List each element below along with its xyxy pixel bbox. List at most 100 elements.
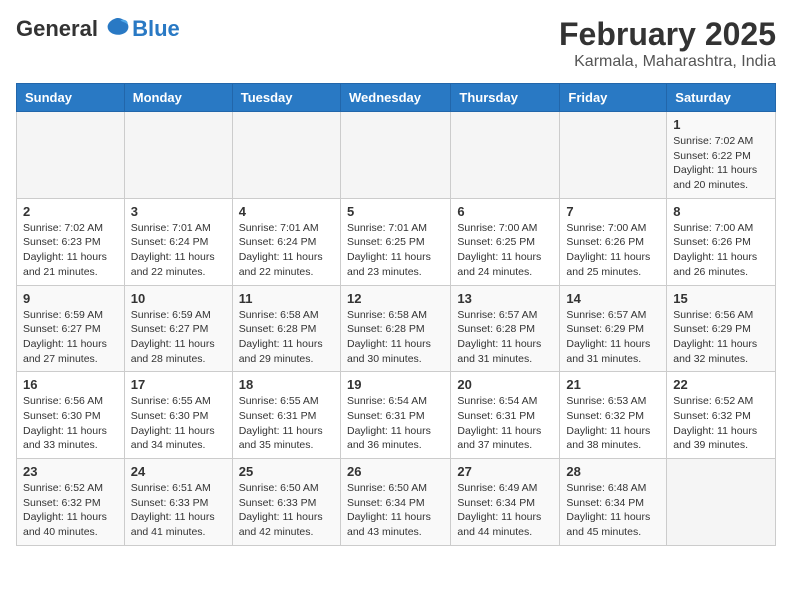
day-number: 7	[566, 204, 660, 219]
weekday-header-wednesday: Wednesday	[340, 84, 450, 112]
day-info: Sunrise: 6:52 AM Sunset: 6:32 PM Dayligh…	[673, 394, 769, 453]
day-number: 24	[131, 464, 226, 479]
month-title: February 2025	[559, 16, 776, 53]
location-title: Karmala, Maharashtra, India	[559, 53, 776, 71]
day-info: Sunrise: 7:01 AM Sunset: 6:24 PM Dayligh…	[131, 221, 226, 280]
day-number: 13	[457, 291, 553, 306]
day-info: Sunrise: 6:52 AM Sunset: 6:32 PM Dayligh…	[23, 481, 118, 540]
calendar-cell: 12 Sunrise: 6:58 AM Sunset: 6:28 PM Dayli…	[340, 285, 450, 372]
calendar-cell: 18 Sunrise: 6:55 AM Sunset: 6:31 PM Dayli…	[232, 372, 340, 459]
day-info: Sunrise: 6:54 AM Sunset: 6:31 PM Dayligh…	[347, 394, 444, 453]
day-info: Sunrise: 7:00 AM Sunset: 6:25 PM Dayligh…	[457, 221, 553, 280]
calendar-cell: 17Sunrise: 6:55 AM Sunset: 6:30 PM Dayli…	[124, 372, 232, 459]
weekday-header-sunday: Sunday	[17, 84, 125, 112]
calendar: SundayMondayTuesdayWednesdayThursdayFrid…	[16, 83, 776, 546]
logo: General Blue	[16, 16, 180, 42]
week-row-0: 1 Sunrise: 7:02 AM Sunset: 6:22 PM Daylig…	[17, 112, 776, 199]
day-number: 6	[457, 204, 553, 219]
calendar-cell: 19 Sunrise: 6:54 AM Sunset: 6:31 PM Dayli…	[340, 372, 450, 459]
calendar-cell	[17, 112, 125, 199]
day-number: 1	[673, 117, 769, 132]
week-row-4: 23Sunrise: 6:52 AM Sunset: 6:32 PM Dayli…	[17, 459, 776, 546]
calendar-cell: 27Sunrise: 6:49 AM Sunset: 6:34 PM Dayli…	[451, 459, 560, 546]
day-number: 10	[131, 291, 226, 306]
calendar-cell: 4 Sunrise: 7:01 AM Sunset: 6:24 PM Daylig…	[232, 198, 340, 285]
day-number: 2	[23, 204, 118, 219]
logo-line2: Blue	[132, 16, 180, 42]
day-number: 16	[23, 377, 118, 392]
week-row-1: 2Sunrise: 7:02 AM Sunset: 6:23 PM Daylig…	[17, 198, 776, 285]
day-info: Sunrise: 6:58 AM Sunset: 6:28 PM Dayligh…	[239, 308, 334, 367]
day-info: Sunrise: 6:49 AM Sunset: 6:34 PM Dayligh…	[457, 481, 553, 540]
calendar-cell: 9 Sunrise: 6:59 AM Sunset: 6:27 PM Daylig…	[17, 285, 125, 372]
weekday-header-thursday: Thursday	[451, 84, 560, 112]
day-number: 18	[239, 377, 334, 392]
day-info: Sunrise: 6:48 AM Sunset: 6:34 PM Dayligh…	[566, 481, 660, 540]
calendar-cell	[340, 112, 450, 199]
calendar-cell: 6 Sunrise: 7:00 AM Sunset: 6:25 PM Daylig…	[451, 198, 560, 285]
calendar-cell: 3Sunrise: 7:01 AM Sunset: 6:24 PM Daylig…	[124, 198, 232, 285]
calendar-cell: 2Sunrise: 7:02 AM Sunset: 6:23 PM Daylig…	[17, 198, 125, 285]
day-info: Sunrise: 7:00 AM Sunset: 6:26 PM Dayligh…	[566, 221, 660, 280]
day-number: 26	[347, 464, 444, 479]
day-number: 28	[566, 464, 660, 479]
day-info: Sunrise: 7:00 AM Sunset: 6:26 PM Dayligh…	[673, 221, 769, 280]
calendar-cell	[451, 112, 560, 199]
day-info: Sunrise: 6:53 AM Sunset: 6:32 PM Dayligh…	[566, 394, 660, 453]
day-number: 11	[239, 291, 334, 306]
title-area: February 2025 Karmala, Maharashtra, Indi…	[559, 16, 776, 71]
weekday-header-row: SundayMondayTuesdayWednesdayThursdayFrid…	[17, 84, 776, 112]
calendar-cell: 10 Sunrise: 6:59 AM Sunset: 6:27 PM Dayli…	[124, 285, 232, 372]
day-number: 5	[347, 204, 444, 219]
day-info: Sunrise: 6:56 AM Sunset: 6:29 PM Dayligh…	[673, 308, 769, 367]
weekday-header-monday: Monday	[124, 84, 232, 112]
calendar-cell: 14 Sunrise: 6:57 AM Sunset: 6:29 PM Dayli…	[560, 285, 667, 372]
calendar-cell: 13 Sunrise: 6:57 AM Sunset: 6:28 PM Dayli…	[451, 285, 560, 372]
day-info: Sunrise: 6:55 AM Sunset: 6:31 PM Dayligh…	[239, 394, 334, 453]
calendar-cell: 28 Sunrise: 6:48 AM Sunset: 6:34 PM Dayli…	[560, 459, 667, 546]
day-number: 22	[673, 377, 769, 392]
day-info: Sunrise: 6:57 AM Sunset: 6:28 PM Dayligh…	[457, 308, 553, 367]
calendar-cell: 16 Sunrise: 6:56 AM Sunset: 6:30 PM Dayli…	[17, 372, 125, 459]
day-info: Sunrise: 7:01 AM Sunset: 6:25 PM Dayligh…	[347, 221, 444, 280]
calendar-cell: 21 Sunrise: 6:53 AM Sunset: 6:32 PM Dayli…	[560, 372, 667, 459]
calendar-cell: 1 Sunrise: 7:02 AM Sunset: 6:22 PM Daylig…	[667, 112, 776, 199]
weekday-header-saturday: Saturday	[667, 84, 776, 112]
week-row-3: 16 Sunrise: 6:56 AM Sunset: 6:30 PM Dayli…	[17, 372, 776, 459]
day-number: 12	[347, 291, 444, 306]
day-number: 9	[23, 291, 118, 306]
day-info: Sunrise: 6:59 AM Sunset: 6:27 PM Dayligh…	[23, 308, 118, 367]
calendar-cell	[667, 459, 776, 546]
calendar-cell: 11 Sunrise: 6:58 AM Sunset: 6:28 PM Dayli…	[232, 285, 340, 372]
calendar-cell: 25 Sunrise: 6:50 AM Sunset: 6:33 PM Dayli…	[232, 459, 340, 546]
header: General Blue February 2025 Karmala, Maha…	[16, 16, 776, 71]
calendar-cell	[560, 112, 667, 199]
day-info: Sunrise: 7:01 AM Sunset: 6:24 PM Dayligh…	[239, 221, 334, 280]
calendar-cell: 15Sunrise: 6:56 AM Sunset: 6:29 PM Dayli…	[667, 285, 776, 372]
calendar-cell: 5 Sunrise: 7:01 AM Sunset: 6:25 PM Daylig…	[340, 198, 450, 285]
day-info: Sunrise: 6:50 AM Sunset: 6:33 PM Dayligh…	[239, 481, 334, 540]
weekday-header-tuesday: Tuesday	[232, 84, 340, 112]
calendar-cell: 24Sunrise: 6:51 AM Sunset: 6:33 PM Dayli…	[124, 459, 232, 546]
calendar-cell	[124, 112, 232, 199]
calendar-cell: 8Sunrise: 7:00 AM Sunset: 6:26 PM Daylig…	[667, 198, 776, 285]
day-number: 14	[566, 291, 660, 306]
day-number: 25	[239, 464, 334, 479]
calendar-cell: 22 Sunrise: 6:52 AM Sunset: 6:32 PM Dayli…	[667, 372, 776, 459]
day-number: 21	[566, 377, 660, 392]
logo-bird-icon	[106, 14, 130, 38]
day-number: 19	[347, 377, 444, 392]
day-info: Sunrise: 6:58 AM Sunset: 6:28 PM Dayligh…	[347, 308, 444, 367]
weekday-header-friday: Friday	[560, 84, 667, 112]
day-info: Sunrise: 7:02 AM Sunset: 6:22 PM Dayligh…	[673, 134, 769, 193]
calendar-cell: 7 Sunrise: 7:00 AM Sunset: 6:26 PM Daylig…	[560, 198, 667, 285]
logo-line1: General	[16, 16, 98, 41]
day-number: 4	[239, 204, 334, 219]
day-info: Sunrise: 6:55 AM Sunset: 6:30 PM Dayligh…	[131, 394, 226, 453]
calendar-cell: 26 Sunrise: 6:50 AM Sunset: 6:34 PM Dayli…	[340, 459, 450, 546]
day-info: Sunrise: 6:56 AM Sunset: 6:30 PM Dayligh…	[23, 394, 118, 453]
day-info: Sunrise: 6:57 AM Sunset: 6:29 PM Dayligh…	[566, 308, 660, 367]
day-info: Sunrise: 6:50 AM Sunset: 6:34 PM Dayligh…	[347, 481, 444, 540]
calendar-cell	[232, 112, 340, 199]
day-info: Sunrise: 6:59 AM Sunset: 6:27 PM Dayligh…	[131, 308, 226, 367]
